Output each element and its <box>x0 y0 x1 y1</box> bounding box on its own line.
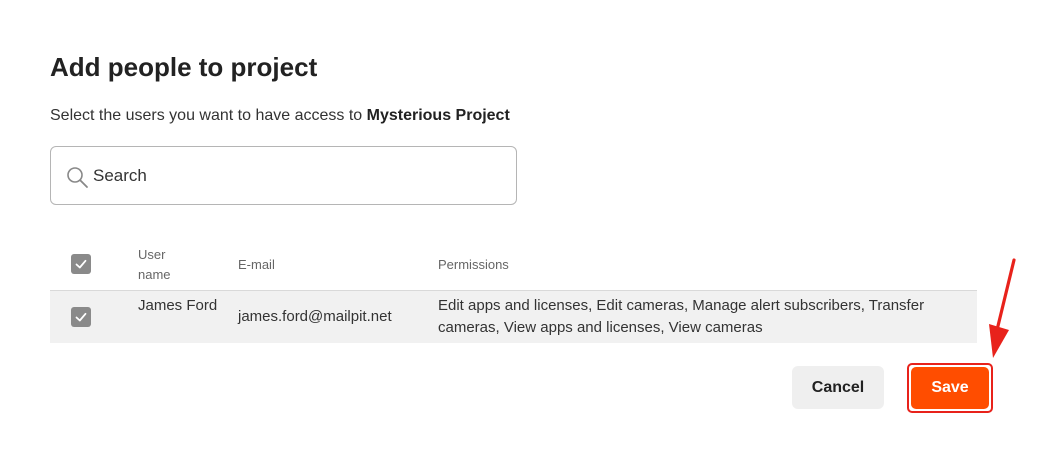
dialog-subtitle: Select the users you want to have access… <box>50 104 510 128</box>
checkmark-icon <box>75 312 87 322</box>
dialog-title: Add people to project <box>50 52 318 82</box>
table-header-row: User name E-mail Permissions <box>50 238 977 291</box>
cell-user-name: James Ford <box>138 297 218 314</box>
cancel-button[interactable]: Cancel <box>792 366 884 409</box>
cell-permissions: Edit apps and licenses, Edit cameras, Ma… <box>438 297 925 336</box>
project-name: Mysterious Project <box>366 107 510 124</box>
column-header-user-name[interactable]: User name <box>138 245 198 285</box>
table-row[interactable]: James Ford james.ford@mailpit.net Edit a… <box>50 291 977 343</box>
search-box[interactable] <box>50 146 517 205</box>
cell-email: james.ford@mailpit.net <box>238 308 392 325</box>
search-input[interactable] <box>93 161 493 191</box>
annotation-arrow-icon <box>989 258 1016 358</box>
column-header-email[interactable]: E-mail <box>238 255 275 275</box>
users-table: User name E-mail Permissions James Ford … <box>50 238 977 343</box>
search-icon <box>67 167 88 188</box>
subtitle-text: Select the users you want to have access… <box>50 107 363 124</box>
save-button[interactable]: Save <box>911 367 989 409</box>
select-all-checkbox[interactable] <box>71 254 91 274</box>
add-people-dialog: Add people to project Select the users y… <box>0 0 1041 461</box>
column-header-permissions[interactable]: Permissions <box>438 255 509 275</box>
row-checkbox[interactable] <box>71 307 91 327</box>
checkmark-icon <box>75 259 87 269</box>
